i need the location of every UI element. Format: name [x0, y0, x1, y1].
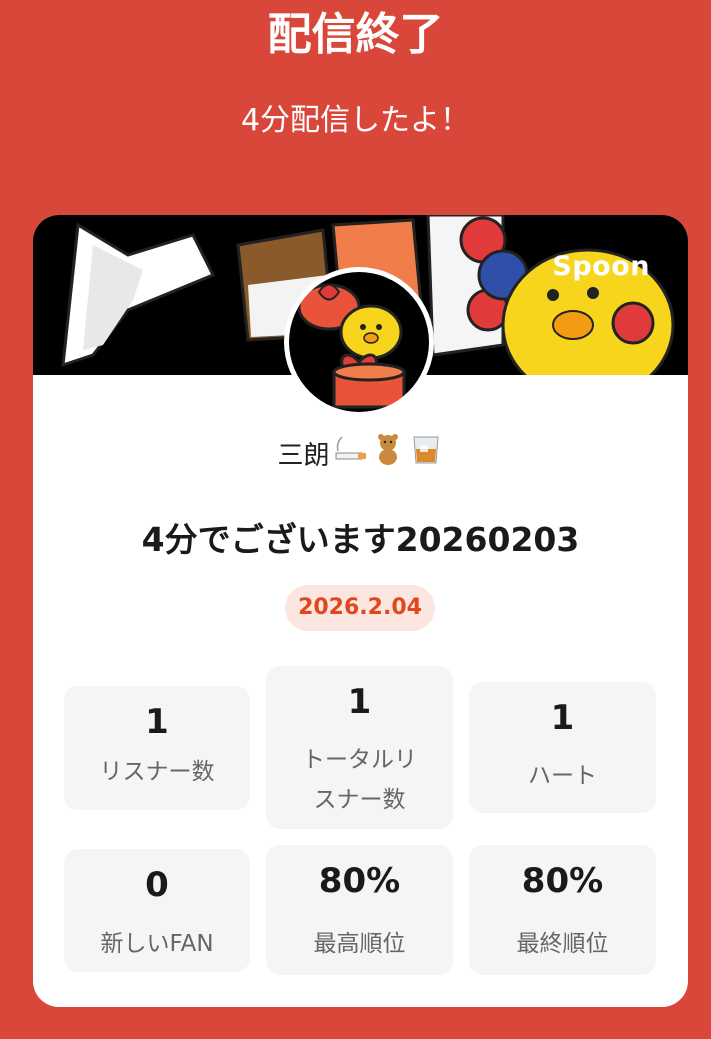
stat-listeners: 1 リスナー数 [64, 686, 250, 810]
stat-label: リスナー数 [99, 759, 215, 785]
username-text: 三朗 [277, 441, 330, 471]
username[interactable]: 三朗 [33, 431, 688, 477]
stat-value: 80% [318, 861, 401, 901]
broadcast-title: 4分でございます20260203 [141, 520, 580, 559]
teddy-bear-icon [377, 434, 398, 465]
stat-total-listeners: 1 トータルリ スナー数 [266, 666, 453, 829]
stat-value: 1 [347, 682, 372, 722]
brand-logo: Spoon [552, 251, 650, 282]
avatar-illustration [297, 283, 406, 409]
stat-label: ハート [528, 763, 597, 789]
stat-label: 最終順位 [516, 931, 609, 957]
page-title: 配信終了 [267, 9, 444, 60]
stat-label-line1: トータルリ [302, 747, 417, 773]
stat-final-rank: 80% 最終順位 [469, 845, 656, 975]
whiskey-glass-icon [412, 436, 439, 464]
date-badge: 2026.2.04 [285, 585, 435, 631]
stat-value: 0 [145, 865, 169, 905]
stat-label: 最高順位 [313, 931, 406, 957]
stat-label: 新しいFAN [100, 931, 214, 957]
stat-value: 80% [521, 861, 604, 901]
username-emojis [334, 431, 444, 482]
stat-hearts: 1 ハート [469, 682, 656, 813]
stat-value: 1 [550, 698, 575, 738]
stat-new-fans: 0 新しいFAN [64, 849, 250, 972]
avatar[interactable] [284, 267, 434, 417]
stat-highest-rank: 80% 最高順位 [266, 845, 453, 975]
stat-label-line2: スナー数 [313, 787, 406, 813]
cigarette-icon [335, 436, 366, 460]
broadcast-duration-text: 4分配信したよ！ [240, 103, 471, 138]
stat-value: 1 [145, 702, 169, 742]
broadcast-summary-card: Spoon 三朗 4分でございます20260203 2026.2.04 1 リス… [33, 215, 688, 1007]
